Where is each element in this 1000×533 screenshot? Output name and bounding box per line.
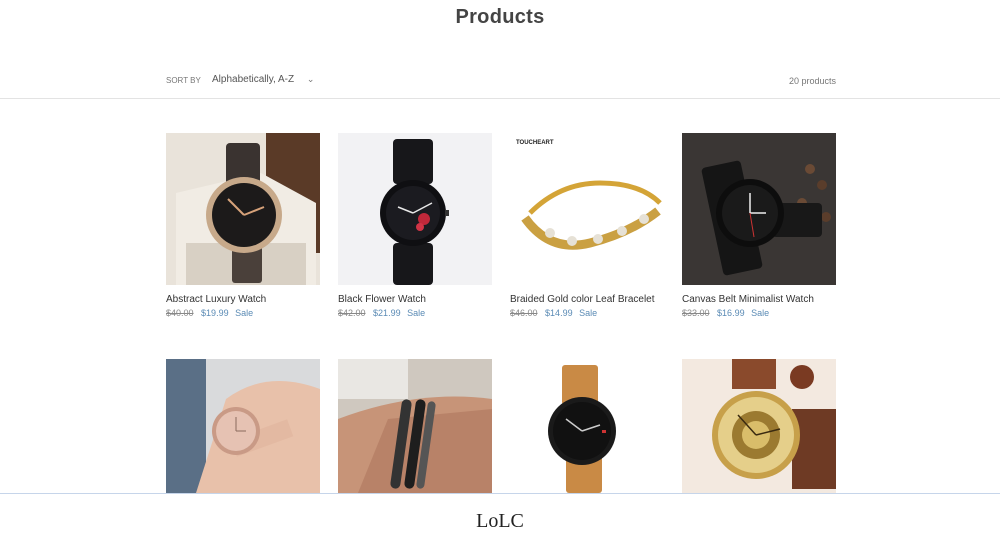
- product-card[interactable]: [166, 359, 320, 493]
- regular-price: $33.00: [682, 308, 710, 318]
- product-image[interactable]: [510, 359, 664, 493]
- product-image[interactable]: TOUCHEART: [510, 133, 664, 285]
- sale-badge: Sale: [751, 308, 770, 318]
- regular-price: $46.00: [510, 308, 538, 318]
- sale-price: $21.99: [373, 308, 401, 318]
- sale-price: $14.99: [545, 308, 573, 318]
- product-price: $46.00 $14.99 Sale: [510, 307, 664, 319]
- sale-price: $16.99: [717, 308, 745, 318]
- product-price: $40.00 $19.99 Sale: [166, 307, 320, 319]
- sale-badge: Sale: [407, 308, 426, 318]
- watch-on-wrist-image: [166, 359, 320, 493]
- product-image[interactable]: [682, 359, 836, 493]
- product-card[interactable]: Abstract Luxury Watch $40.00 $19.99 Sale: [166, 133, 320, 319]
- product-count: 20 products: [788, 76, 836, 86]
- product-price: $42.00 $21.99 Sale: [338, 307, 492, 319]
- product-price: $33.00 $16.99 Sale: [682, 307, 836, 319]
- product-card[interactable]: Black Flower Watch $42.00 $21.99 Sale: [338, 133, 492, 319]
- product-card[interactable]: [510, 359, 664, 493]
- image-brand-text: TOUCHEART: [516, 140, 554, 146]
- divider: [0, 98, 1000, 99]
- product-image[interactable]: [338, 133, 492, 285]
- product-card[interactable]: TOUCHEART Braided Gold color Leaf Bracel…: [510, 133, 664, 319]
- product-image[interactable]: [682, 133, 836, 285]
- watch-image: [166, 133, 320, 285]
- sale-badge: Sale: [579, 308, 598, 318]
- watch-image: [682, 133, 836, 285]
- watch-image: [338, 133, 492, 285]
- product-name[interactable]: Abstract Luxury Watch: [166, 294, 320, 306]
- skeleton-watch-image: [682, 359, 836, 493]
- product-name[interactable]: Canvas Belt Minimalist Watch: [682, 294, 836, 306]
- watch-image: [510, 359, 664, 493]
- product-card[interactable]: Canvas Belt Minimalist Watch $33.00 $16.…: [682, 133, 836, 319]
- sort-dropdown[interactable]: Alphabetically, A-Z ⌄: [212, 74, 314, 85]
- product-card[interactable]: [338, 359, 492, 493]
- product-card[interactable]: [682, 359, 836, 493]
- bracelet-image: TOUCHEART: [510, 133, 664, 285]
- sale-price: $19.99: [201, 308, 229, 318]
- chevron-down-icon: ⌄: [306, 74, 315, 84]
- sort-value: Alphabetically, A-Z: [212, 74, 295, 85]
- footer-heading: LoLC: [476, 510, 524, 532]
- product-name[interactable]: Black Flower Watch: [338, 294, 492, 306]
- bracelet-on-wrist-image: [338, 359, 492, 493]
- page-title: Products: [455, 6, 545, 28]
- regular-price: $42.00: [338, 308, 366, 318]
- regular-price: $40.00: [166, 308, 194, 318]
- section-divider: [0, 493, 1000, 494]
- sale-badge: Sale: [235, 308, 254, 318]
- sort-label: SORT BY: [166, 76, 201, 85]
- product-image[interactable]: [166, 133, 320, 285]
- product-name[interactable]: Braided Gold color Leaf Bracelet: [510, 294, 664, 306]
- collection-toolbar: SORT BY Alphabetically, A-Z ⌄ 20 product…: [166, 74, 836, 90]
- product-image[interactable]: [338, 359, 492, 493]
- product-image[interactable]: [166, 359, 320, 493]
